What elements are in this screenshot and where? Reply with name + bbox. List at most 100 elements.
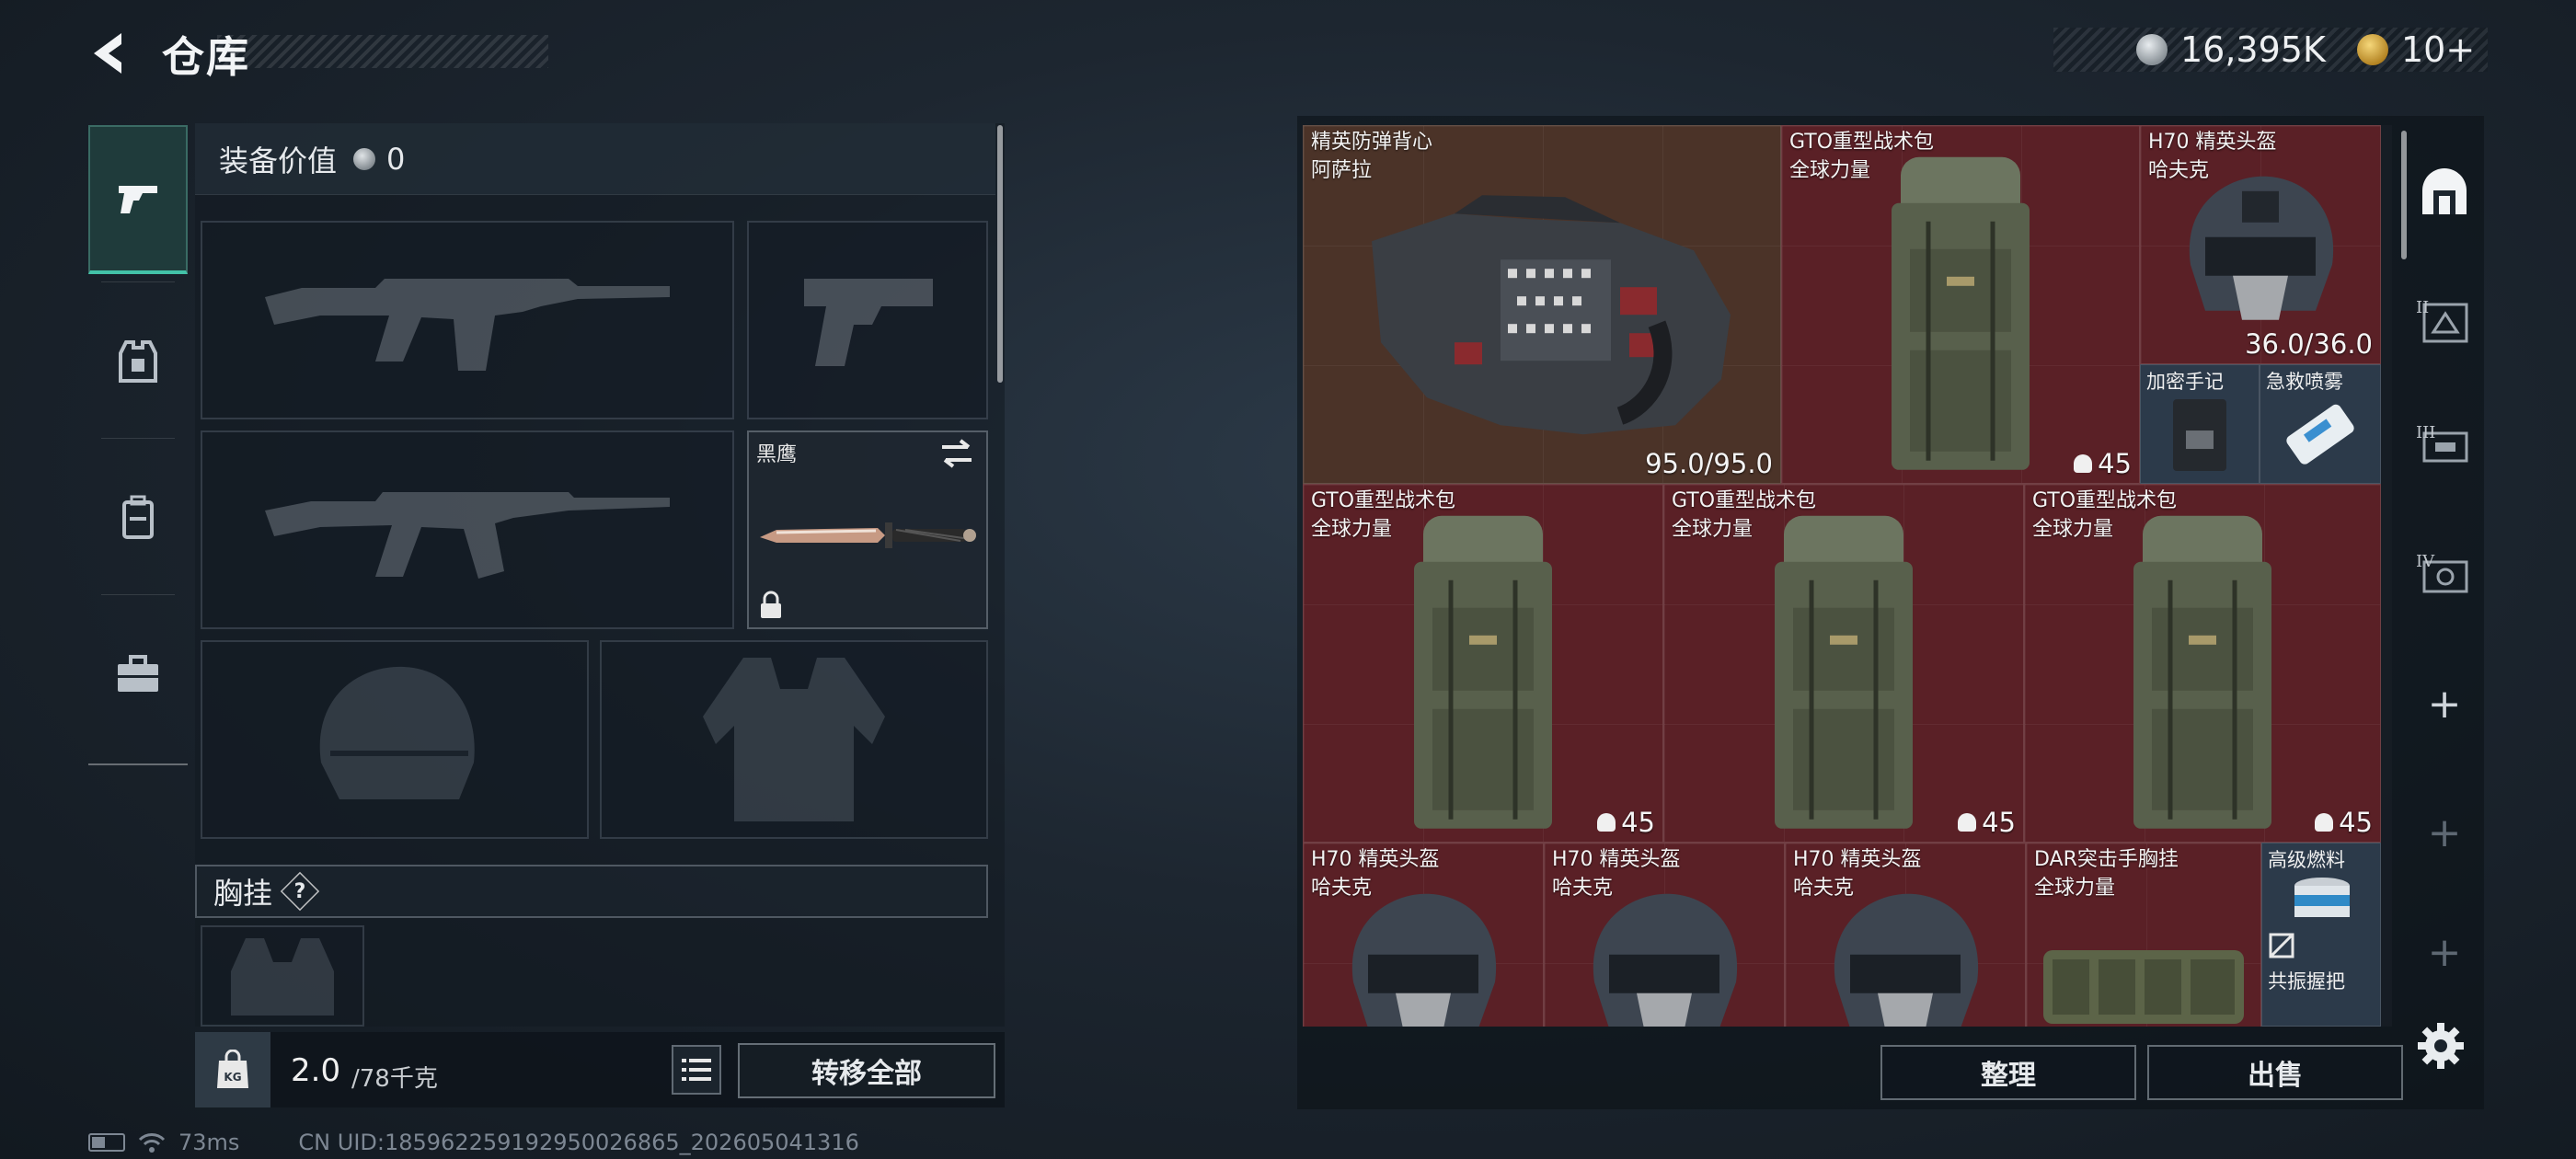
gold-balance[interactable]: 10+ [2401, 29, 2475, 70]
sidearm-slot[interactable] [747, 221, 988, 419]
stash-item[interactable]: H70 精英头盔 哈夫克 36.0/36.0 [2140, 125, 2381, 364]
list-view-button[interactable] [672, 1045, 721, 1095]
rail-case[interactable] [88, 600, 188, 749]
helmet-icon [1834, 893, 1979, 1027]
rail-backpack[interactable] [88, 443, 188, 592]
item-name: H70 精英头盔 [1552, 848, 1681, 871]
item-brand: 全球力量 [1311, 518, 1393, 541]
list-icon [682, 1059, 711, 1081]
container-stash-1[interactable] [2407, 132, 2482, 252]
capacity-value: 45 [1621, 807, 1655, 838]
helmet-icon [2189, 176, 2334, 320]
backpack-icon [1775, 515, 1913, 829]
item-capacity: 45 [2315, 807, 2373, 838]
stash-item[interactable]: GTO重型战术包 全球力量 45 [2024, 484, 2381, 843]
stash-panel: 精英防弹背心 阿萨拉 95.0/95.0 GTO重型战术包 全球力量 45 H7… [1297, 116, 2484, 1109]
rig-silhouette-icon [231, 938, 334, 1016]
item-name: H70 精英头盔 [2148, 131, 2277, 154]
transfer-all-button[interactable]: 转移全部 [738, 1043, 995, 1098]
weight-max: /78千克 [351, 1065, 438, 1093]
item-durability: 95.0/95.0 [1645, 448, 1773, 479]
back-arrow-icon [94, 33, 121, 74]
sort-button[interactable]: 整理 [1880, 1045, 2136, 1100]
rifle-silhouette-icon [265, 492, 670, 579]
stash-item[interactable]: DAR突击手胸挂 全球力量 [2026, 843, 2261, 1027]
fuel-can-icon [2294, 878, 2350, 917]
capacity-icon [1597, 813, 1616, 832]
capacity-value: 45 [2098, 448, 2132, 479]
loadout-scrollbar[interactable] [997, 125, 1003, 383]
capacity-icon [2315, 813, 2334, 832]
capacity-icon [1958, 813, 1977, 832]
page-title: 仓库 [162, 32, 250, 82]
battery-icon [88, 1133, 125, 1152]
stash-item[interactable]: H70 精英头盔 哈夫克 [1544, 843, 1785, 1027]
container-stash-4[interactable]: IV [2407, 515, 2482, 635]
add-container-button-locked[interactable]: + [2407, 901, 2482, 1003]
equip-value: 0 [386, 141, 406, 177]
chest-rig-slot[interactable] [201, 925, 364, 1027]
item-brand: 哈夫克 [1552, 877, 1614, 900]
pistol-silhouette-icon [804, 279, 933, 366]
stash-item[interactable]: GTO重型战术包 全球力量 45 [1663, 484, 2024, 843]
knife-icon [760, 522, 976, 548]
title-decoration [217, 35, 548, 68]
container-stash-2[interactable]: II [2407, 261, 2482, 381]
item-brand: 阿萨拉 [1311, 159, 1373, 182]
rail-weapons[interactable] [88, 125, 188, 274]
item-name: GTO重型战术包 [1311, 489, 1456, 512]
stash-item[interactable]: GTO重型战术包 全球力量 45 [1303, 484, 1663, 843]
item-name: GTO重型战术包 [2032, 489, 2178, 512]
equip-value-row: 装备价值 0 [195, 123, 995, 195]
chest-rig-label: 胸挂 [213, 876, 273, 911]
chest-rig-header: 胸挂 ? [195, 865, 988, 918]
primary-weapon-slot[interactable] [201, 221, 734, 419]
help-button[interactable]: ? [280, 871, 320, 912]
secondary-weapon-slot[interactable] [201, 430, 734, 629]
add-container-button-locked[interactable]: + [2407, 773, 2482, 892]
helmet-silhouette-icon [319, 666, 475, 799]
swap-icon[interactable] [938, 438, 975, 469]
backpack-icon [1892, 156, 2030, 470]
capacity-value: 45 [1982, 807, 2016, 838]
container-stash-3[interactable]: III [2407, 386, 2482, 506]
rail-gear[interactable] [88, 287, 188, 436]
add-container-button[interactable]: + [2407, 644, 2482, 763]
helmet-slot[interactable] [201, 640, 589, 839]
plus-icon: + [2427, 680, 2462, 728]
item-name: 高级燃料 [2268, 849, 2345, 871]
item-subtitle: 共振握把 [2268, 970, 2345, 993]
item-name: H70 精英头盔 [1311, 848, 1440, 871]
loadout-footer: KG 2.0 /78千克 转移全部 [195, 1032, 1005, 1107]
item-name: 加密手记 [2146, 371, 2224, 393]
capacity-icon [2074, 454, 2093, 473]
ping-value: 73ms [178, 1130, 240, 1155]
stash-item[interactable]: 急救喷雾 [2260, 364, 2381, 484]
notebook-icon [2173, 399, 2226, 472]
melee-item-name: 黑鹰 [756, 443, 798, 466]
item-brand: 哈夫克 [1793, 877, 1855, 900]
stash-item[interactable]: 精英防弹背心 阿萨拉 95.0/95.0 [1303, 125, 1781, 484]
lock-icon [761, 591, 781, 618]
silver-coin-icon [2136, 34, 2168, 65]
item-capacity: 45 [2074, 448, 2132, 479]
item-name: GTO重型战术包 [1789, 131, 1935, 154]
stash-item[interactable]: GTO重型战术包 全球力量 45 [1781, 125, 2140, 484]
help-icon: ? [293, 879, 306, 903]
loadout-panel: 装备价值 0 黑鹰 胸挂 ? [195, 123, 1005, 1027]
settings-button[interactable] [2416, 1021, 2466, 1074]
svg-text:KG: KG [224, 1071, 241, 1084]
helmet-icon [1593, 893, 1738, 1027]
sell-button[interactable]: 出售 [2147, 1045, 2403, 1100]
body-armor-slot[interactable] [600, 640, 988, 839]
stash-item[interactable]: 高级燃料 共振握把 [2261, 843, 2381, 1027]
pistol-icon [119, 186, 157, 213]
item-capacity: 45 [1958, 807, 2016, 838]
melee-slot[interactable]: 黑鹰 [747, 430, 988, 629]
stash-item[interactable]: H70 精英头盔 哈夫克 [1303, 843, 1544, 1027]
vest-silhouette-icon [703, 658, 885, 821]
stash-item[interactable]: 加密手记 [2140, 364, 2260, 484]
back-button[interactable] [85, 28, 136, 79]
backpack-icon [2133, 515, 2271, 829]
stash-item[interactable]: H70 精英头盔 哈夫克 [1785, 843, 2026, 1027]
